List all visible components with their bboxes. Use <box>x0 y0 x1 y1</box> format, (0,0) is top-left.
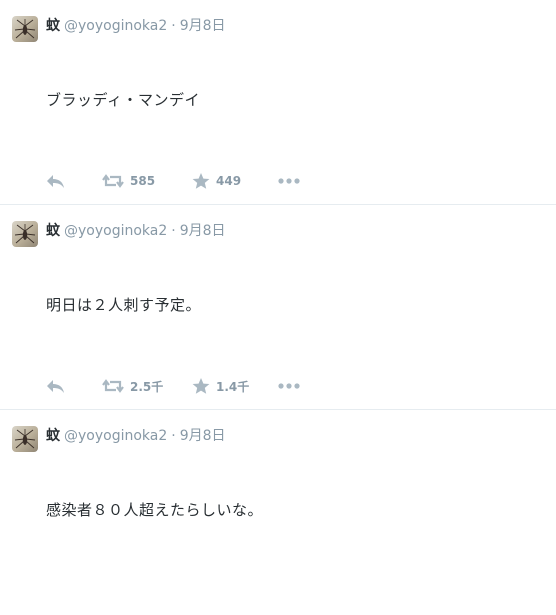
avatar[interactable] <box>12 16 38 42</box>
user-handle[interactable]: @yoyoginoka2 <box>64 428 167 444</box>
more-options-button[interactable] <box>278 375 300 397</box>
tweet-header: 蚊 @yoyoginoka2 · 9月8日 <box>46 17 226 35</box>
reply-icon <box>47 380 64 393</box>
more-options-icon <box>278 178 300 184</box>
tweet-timestamp[interactable]: 9月8日 <box>180 223 226 239</box>
mosquito-avatar-icon <box>14 429 36 449</box>
mosquito-avatar-icon <box>14 19 36 39</box>
separator-dot: · <box>171 223 176 239</box>
avatar[interactable] <box>12 221 38 247</box>
tweet-actions: 585 449 <box>46 170 346 192</box>
tweet-header: 蚊 @yoyoginoka2 · 9月8日 <box>46 222 226 240</box>
mosquito-avatar-icon <box>14 224 36 244</box>
tweet-header: 蚊 @yoyoginoka2 · 9月8日 <box>46 427 226 445</box>
favorite-button[interactable]: 1.4千 <box>192 375 249 397</box>
separator-dot: · <box>171 428 176 444</box>
reply-icon <box>47 175 64 188</box>
retweet-button[interactable]: 2.5千 <box>102 375 163 397</box>
more-options-button[interactable] <box>278 170 300 192</box>
tweet-timestamp[interactable]: 9月8日 <box>180 18 226 34</box>
tweet[interactable]: 蚊@yoyoginoka2·9月8日 明日は２人刺す予定。 2.5千 1. <box>0 205 556 410</box>
timeline: 蚊@yoyoginoka2·9月8日 ブラッディ・マンデイ 585 449 <box>0 0 556 615</box>
tweet-text: 感染者８０人超えたらしいな。 <box>46 501 264 519</box>
retweet-icon <box>102 379 124 393</box>
favorite-count: 1.4千 <box>216 379 250 394</box>
tweet-timestamp[interactable]: 9月8日 <box>180 428 226 444</box>
display-name[interactable]: 蚊 <box>46 223 60 239</box>
tweet-text: ブラッディ・マンデイ <box>46 91 200 109</box>
more-options-icon <box>278 383 300 389</box>
avatar[interactable] <box>12 426 38 452</box>
retweet-icon <box>102 174 124 188</box>
favorite-button[interactable]: 449 <box>192 170 241 192</box>
favorite-star-icon <box>192 173 210 189</box>
retweet-count: 2.5千 <box>130 379 164 394</box>
retweet-count: 585 <box>130 174 156 188</box>
tweet-text: 明日は２人刺す予定。 <box>46 296 202 314</box>
favorite-star-icon <box>192 378 210 394</box>
user-handle[interactable]: @yoyoginoka2 <box>64 18 167 34</box>
display-name[interactable]: 蚊 <box>46 428 60 444</box>
tweet[interactable]: 蚊 @yoyoginoka2 · 9月8日 感染者８０人超えたらしいな。 <box>0 410 556 615</box>
tweet[interactable]: 蚊 @yoyoginoka2 · 9月8日 ブラッディ・マンデイ 585 449 <box>0 0 556 205</box>
separator-dot: · <box>171 18 176 34</box>
user-handle[interactable]: @yoyoginoka2 <box>64 223 167 239</box>
reply-button[interactable] <box>46 170 66 192</box>
retweet-button[interactable]: 585 <box>102 170 155 192</box>
favorite-count: 449 <box>216 174 242 188</box>
tweet-actions: 2.5千 1.4千 <box>46 375 346 397</box>
reply-button[interactable] <box>46 375 66 397</box>
display-name[interactable]: 蚊 <box>46 18 60 34</box>
